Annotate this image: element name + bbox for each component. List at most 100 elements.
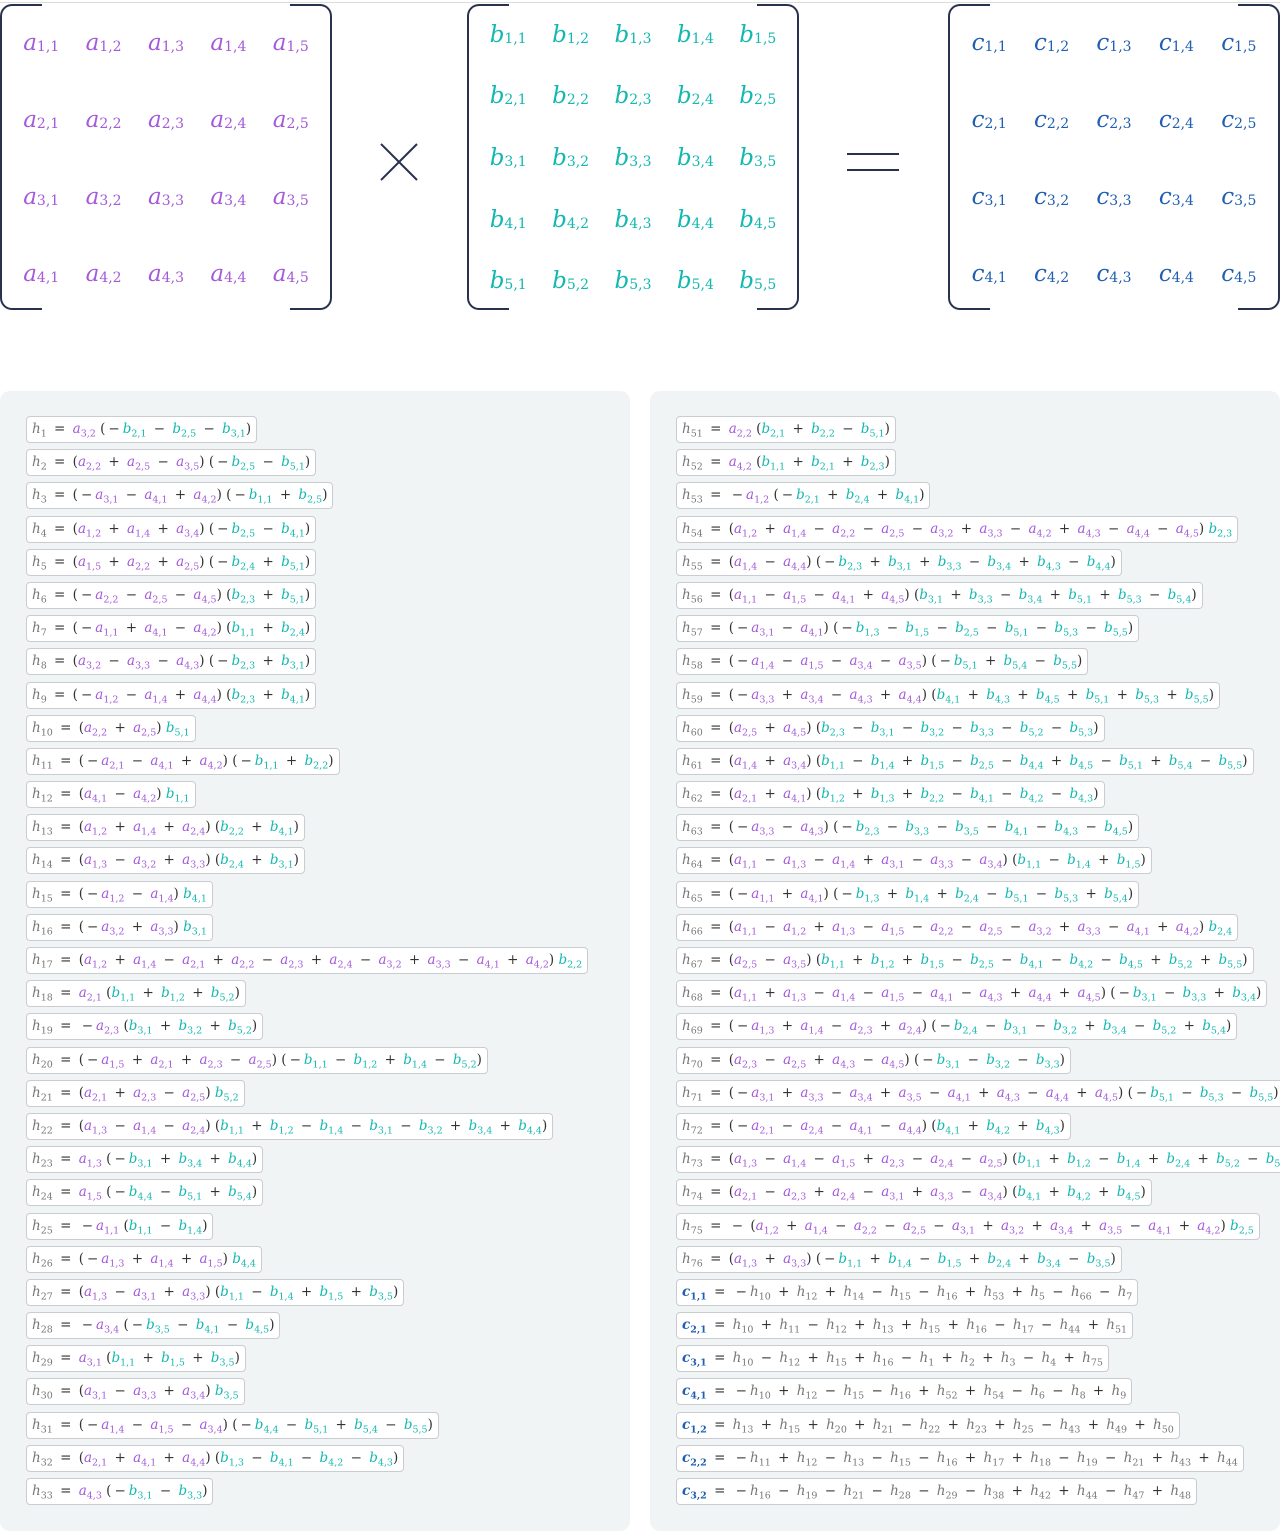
b-term: b5,4 bbox=[1265, 1151, 1280, 1170]
matrix-c-entry: c 1,4 bbox=[1158, 29, 1194, 56]
equation-text: c2,1 = h10 + h11 − h12 + h13 + h15 + h16… bbox=[682, 1317, 1128, 1336]
matrix-c: c 1,1 c 1,2 c 1,3 c 1,4 c 1,5 c 2,1 c 2,2 c 2,3 c 2,4 c 2,5… bbox=[948, 4, 1280, 312]
a-term: a3,1 bbox=[881, 1184, 905, 1203]
equation-box: h23 = a1,3 (− b3,1 + b3,4 + b4,4) bbox=[26, 1146, 264, 1174]
b-term: b5,2 bbox=[1168, 952, 1193, 971]
h-term: h2 bbox=[960, 1350, 975, 1369]
matrix-b-entry: b 4,3 bbox=[614, 206, 652, 233]
a-term: a4,3 bbox=[800, 819, 824, 838]
h-term: h12 bbox=[32, 786, 53, 805]
a-term: a1,3 bbox=[783, 852, 807, 872]
a-term: a2,5 bbox=[979, 918, 1003, 938]
a-term: a4,3 bbox=[849, 686, 873, 706]
b-term: b2,4 bbox=[1208, 918, 1233, 938]
h-term: h51 bbox=[1106, 1317, 1128, 1336]
equation-text: h55 = (a1,4 − a4,4) (− b2,3 + b3,1 + b3,3… bbox=[682, 553, 1116, 573]
matrix-a: a 1,1 a 1,2 a 1,3 a 1,4 a 1,5 a 2,1 a 2,2 a 2,3 a 2,4 a 2,5… bbox=[0, 4, 332, 312]
a-term: a2,1 bbox=[733, 1184, 758, 1203]
b-term: b3,4 bbox=[468, 1117, 493, 1137]
b-term: b1,3 bbox=[855, 620, 880, 639]
b-term: b2,4 bbox=[281, 620, 305, 639]
equation-box: h28 = − a3,4 (− b3,5 − b4,1 − b4,5) bbox=[26, 1312, 281, 1340]
a-term: a4,1 bbox=[783, 786, 807, 805]
h-term: h1 bbox=[32, 421, 47, 440]
b-term: b1,4 bbox=[319, 1117, 344, 1137]
a-term: a4,4 bbox=[898, 686, 922, 706]
a-term: a4,1 bbox=[144, 487, 168, 507]
equation-text: h60 = (a2,5 + a4,5) (b2,3 − b3,1 − b3,2 … bbox=[682, 719, 1099, 739]
a-term: a2,3 bbox=[133, 1084, 157, 1104]
a-term: a4,2 bbox=[133, 786, 157, 805]
matrix-a-entry: a 1,2 bbox=[85, 29, 122, 56]
equation-text: h74 = (a2,1 − a2,3 + a2,4 − a3,1 + a3,3 … bbox=[682, 1184, 1146, 1203]
a-term: a2,3 bbox=[733, 1051, 758, 1071]
b-term: b4,4 bbox=[228, 1151, 252, 1170]
b-term: b3,4 bbox=[1037, 1250, 1061, 1270]
h-term: h25 bbox=[32, 1217, 53, 1237]
matrix-c-entry: c 2,1 bbox=[971, 106, 1007, 133]
b-term: b3,3 bbox=[1182, 985, 1207, 1004]
multiplication-icon bbox=[380, 143, 418, 181]
equation-box: h9 = (− a1,2 − a1,4 + a4,4) (b2,3 + b4,1) bbox=[26, 681, 317, 709]
a-term: a1,4 bbox=[127, 520, 151, 540]
h-term: h3 bbox=[32, 487, 47, 507]
h-term: h43 bbox=[1059, 1416, 1081, 1436]
a-term: a1,1 bbox=[733, 852, 758, 872]
a-term: a3,2 bbox=[1028, 918, 1052, 938]
b-term: b3,2 bbox=[986, 1051, 1010, 1071]
h-term: h15 bbox=[826, 1350, 847, 1369]
matrix-b-entry: b 1,4 bbox=[676, 21, 714, 48]
equation-box: h59 = (− a3,3 + a3,4 − a4,3 + a4,4) (b4,1… bbox=[676, 681, 1220, 709]
b-term: b2,4 bbox=[845, 487, 870, 507]
a-term: a3,1 bbox=[78, 1350, 102, 1369]
equation-box: h17 = (a1,2 + a1,4 − a2,1 + a2,2 − a2,3 … bbox=[26, 947, 589, 974]
a-term: a4,1 bbox=[800, 620, 824, 639]
b-term: b5,4 bbox=[1104, 885, 1128, 905]
a-term: a4,2 bbox=[525, 952, 549, 971]
a-term: a2,1 bbox=[751, 1117, 775, 1137]
b-term: b1,5 bbox=[319, 1283, 344, 1303]
a-term: a1,4 bbox=[150, 1250, 174, 1270]
a-term: a1,4 bbox=[133, 952, 157, 971]
h-term: h15 bbox=[919, 1317, 941, 1336]
equation-text: h62 = (a2,1 + a4,1) (b1,2 + b1,3 + b2,2 … bbox=[682, 786, 1099, 805]
matrix-b-entry: b 2,4 bbox=[676, 83, 714, 110]
equation-box: h74 = (a2,1 − a2,3 + a2,4 − a3,1 + a3,3 … bbox=[676, 1179, 1152, 1207]
equation-box: c1,2 = h13 + h15 + h20 + h21 − h22 + h23… bbox=[676, 1411, 1180, 1439]
matrix-b-entry: b 2,5 bbox=[739, 83, 777, 110]
matrix-b: b 1,1 b 1,2 b 1,3 b 1,4 b 1,5 b 2,1 b 2,2 b 2,3 b 2,4 b 2,5… bbox=[467, 4, 799, 312]
b-term: b1,1 bbox=[761, 454, 786, 473]
b-term: b3,3 bbox=[178, 1483, 203, 1502]
h-term: h9 bbox=[32, 686, 47, 706]
a-term: a4,1 bbox=[133, 1449, 157, 1469]
b-term: b3,1 bbox=[269, 852, 294, 872]
a-term: a3,3 bbox=[979, 520, 1003, 540]
b-term: b3,1 bbox=[870, 719, 895, 739]
matrix-c-entry: c 3,5 bbox=[1221, 183, 1257, 210]
a-term: a1,3 bbox=[78, 1151, 102, 1170]
equation-box: h12 = (a4,1 − a4,2) b1,1 bbox=[26, 781, 196, 809]
a-term: a3,1 bbox=[95, 487, 119, 507]
h-term: h5 bbox=[32, 553, 47, 573]
a-term: a2,5 bbox=[783, 1051, 807, 1071]
equation-box: h30 = (a3,1 − a3,3 + a3,4) b3,5 bbox=[26, 1378, 245, 1406]
matrix-b-entry: b 2,1 bbox=[489, 83, 527, 110]
a-term: a1,4 bbox=[133, 1117, 157, 1137]
b-term: b5,2 bbox=[1216, 1151, 1240, 1170]
a-term: a2,5 bbox=[979, 1151, 1003, 1170]
h-term: h1 bbox=[919, 1350, 935, 1369]
matrix-c-entry: c 4,3 bbox=[1096, 260, 1132, 287]
a-term: a2,1 bbox=[83, 1084, 108, 1104]
equation-text: h9 = (− a1,2 − a1,4 + a4,4) (b2,3 + b4,1) bbox=[32, 686, 311, 706]
a-term: a1,5 bbox=[101, 1051, 125, 1071]
c-term: c1,1 bbox=[682, 1283, 707, 1303]
b-term: b1,1 bbox=[165, 786, 190, 805]
b-term: b4,3 bbox=[1069, 786, 1094, 805]
a-term: a2,4 bbox=[930, 1151, 954, 1170]
h-term: h15 bbox=[843, 1383, 865, 1403]
equation-text: c2,2 = − h11 + h12 − h13 − h15 − h16 + h1… bbox=[682, 1449, 1238, 1469]
b-term: b4,1 bbox=[183, 885, 207, 905]
a-term: a2,5 bbox=[733, 952, 758, 971]
matrix-b-entry: b 5,3 bbox=[614, 268, 652, 295]
a-term: a1,3 bbox=[83, 852, 108, 872]
